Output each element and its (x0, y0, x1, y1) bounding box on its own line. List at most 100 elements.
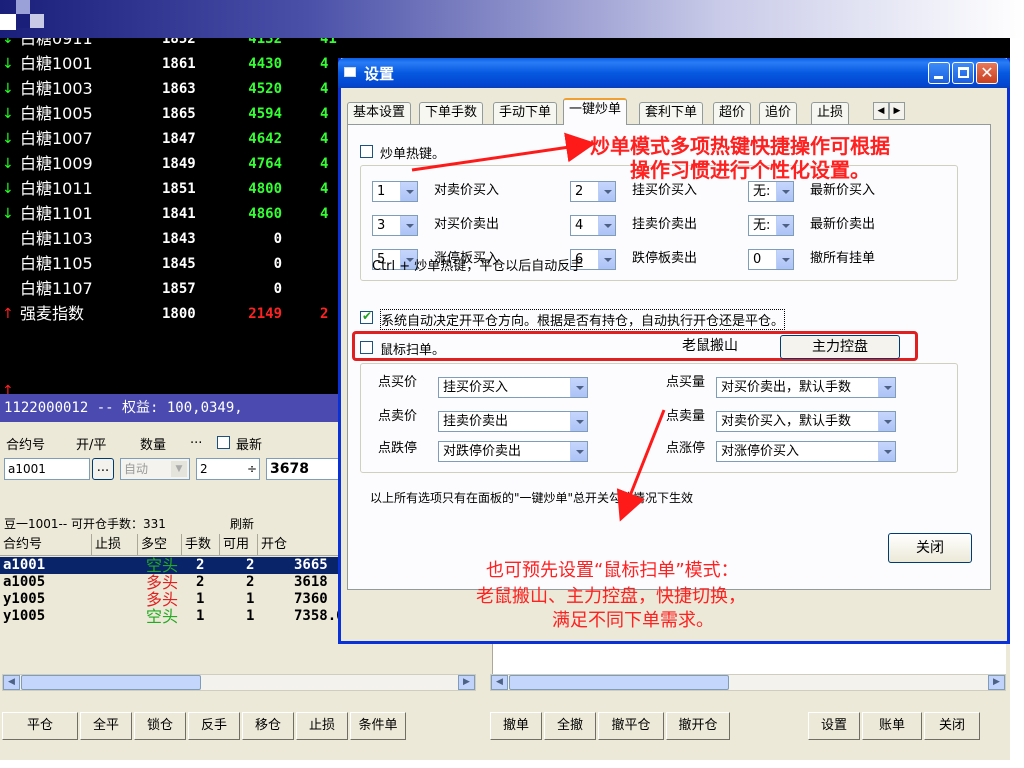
right-hscrollbar[interactable]: ◀ ▶ (490, 674, 1006, 691)
bottom_left-button-2[interactable]: 锁仓 (134, 712, 186, 740)
bottom_left-button-6[interactable]: 条件单 (350, 712, 406, 740)
quote-name: 白糖1009 (20, 154, 93, 173)
trading-window: ↓ 白糖0911 1852 4132 41 ↓ 白糖1001 1861 4430 4 ↓ 白糖1003… (0, 38, 1010, 760)
position-info-text: 豆一1001-- 可开仓手数：331 (4, 517, 166, 531)
refresh-link[interactable]: 刷新 (230, 514, 254, 534)
left-hscrollbar[interactable]: ◀ ▶ (2, 674, 476, 691)
scroll-right-icon[interactable]: ▶ (458, 675, 475, 690)
annotation-bottom-1: 也可预先设置“鼠标扫单”模式： (486, 560, 739, 581)
bottom_left-button-1[interactable]: 全平 (80, 712, 132, 740)
tab-chase[interactable]: 追价 (759, 102, 798, 124)
position-info: 豆一1001-- 可开仓手数：331 刷新 (0, 514, 345, 534)
annotation-top-2: 操作习惯进行个性化设置。 (630, 158, 870, 182)
scroll-right-icon[interactable]: ▶ (988, 675, 1005, 690)
col-lots[interactable]: 手数 (182, 534, 220, 556)
tab-scroll-left-icon[interactable]: ◀ (873, 102, 889, 120)
tab-overprice[interactable]: 超价 (713, 102, 752, 124)
auto-direction-checkbox[interactable]: ✔ (360, 309, 373, 324)
deco-square (16, 14, 30, 28)
bottom_left-button-0[interactable]: 平仓 (2, 712, 78, 740)
dialog-titlebar[interactable]: 设置 ✕ (338, 58, 1010, 88)
hotkey-select[interactable]: 3 (372, 215, 418, 236)
hotkey-select[interactable]: 0 (748, 249, 794, 270)
scroll-thumb[interactable] (509, 675, 729, 690)
latest-checkbox[interactable] (217, 436, 230, 449)
row-available: 1 (246, 608, 255, 624)
hotkey-select[interactable]: 4 (570, 215, 616, 236)
tab-arbitrage[interactable]: 套利下单 (639, 102, 704, 124)
price-input[interactable]: 3678 (266, 458, 345, 480)
contract-input[interactable]: a1001 (4, 458, 90, 480)
row-available: 2 (246, 557, 255, 573)
bottom_mid-button-3[interactable]: 撤开仓 (666, 712, 730, 740)
row-available: 1 (246, 591, 255, 607)
click-buy-qty-select[interactable]: 对买价卖出，默认手数 (716, 377, 896, 398)
quote-change: 2 (320, 306, 329, 322)
tab-basic[interactable]: 基本设置 (347, 102, 412, 124)
dialog-title: 设置 (364, 65, 395, 83)
col-contract[interactable]: 合约号 (0, 534, 92, 556)
qty-stepper[interactable]: 2 ÷ (196, 458, 260, 480)
tab-manual[interactable]: 手动下单 (493, 102, 558, 124)
click-buy-price-label: 点买价 (378, 375, 418, 390)
minimize-icon[interactable] (928, 62, 950, 84)
quote-change: 4 (320, 56, 329, 72)
browse-button[interactable]: ... (92, 458, 114, 480)
scroll-thumb[interactable] (21, 675, 201, 690)
bottom_left-button-4[interactable]: 移仓 (242, 712, 294, 740)
tab-stoploss[interactable]: 止损 (811, 102, 850, 124)
mouse-mode-button-1[interactable]: 老鼠搬山 (648, 335, 772, 359)
hotkey-action-label: 最新价卖出 (810, 217, 876, 232)
click-sell-price-select[interactable]: 挂卖价卖出 (438, 411, 588, 432)
col-direction[interactable]: 多空 (138, 534, 182, 556)
hotkey-select[interactable]: 无: (748, 215, 794, 236)
open-close-select[interactable]: 自动 ▼ (120, 458, 190, 480)
bottom_mid-button-0[interactable]: 撤单 (490, 712, 542, 740)
close-icon[interactable]: ✕ (976, 62, 998, 84)
tab-order-lots[interactable]: 下单手数 (419, 102, 484, 124)
quote-price: 4764 (248, 156, 282, 172)
bottom_mid-button-1[interactable]: 全撤 (544, 712, 596, 740)
click-sell-qty-label: 点卖量 (666, 409, 706, 424)
bottom_right-button-2[interactable]: 关闭 (924, 712, 980, 740)
mouse-sweep-checkbox[interactable] (360, 341, 373, 354)
click-limit-up-select[interactable]: 对涨停价买入 (716, 441, 896, 462)
bottom_left-button-3[interactable]: 反手 (188, 712, 240, 740)
row-lots: 1 (196, 608, 205, 624)
tab-one-click[interactable]: 一键炒单 (563, 98, 628, 125)
quote-price: 0 (273, 281, 282, 297)
mouse-mode-button-2[interactable]: 主力控盘 (780, 335, 900, 359)
maximize-icon[interactable] (952, 62, 974, 84)
quote-change: 4 (320, 106, 329, 122)
splitter[interactable] (478, 638, 490, 692)
quote-change: 4 (320, 156, 329, 172)
slide-header-bar (0, 0, 1024, 38)
quote-name: 白糖1105 (20, 254, 93, 273)
click-limit-down-select[interactable]: 对跌停价卖出 (438, 441, 588, 462)
click-buy-price-select[interactable]: 挂买价买入 (438, 377, 588, 398)
latest-label: 最新 (236, 438, 263, 453)
hotkey-select[interactable]: 2 (570, 181, 616, 202)
row-lots: 2 (196, 574, 205, 590)
col-stop[interactable]: 止损 (92, 534, 138, 556)
scroll-left-icon[interactable]: ◀ (491, 675, 508, 690)
scroll-left-icon[interactable]: ◀ (3, 675, 20, 690)
hotkey-select[interactable]: 无: (748, 181, 794, 202)
quote-volume: 1847 (162, 131, 196, 147)
quote-row[interactable]: ↓ 白糖0911 1852 4132 41 (0, 38, 1010, 50)
quote-name: 白糖0911 (20, 38, 93, 48)
quote-volume: 1841 (162, 206, 196, 222)
col-available[interactable]: 可用 (220, 534, 258, 556)
tab-scroll-right-icon[interactable]: ▶ (889, 102, 905, 120)
bottom_mid-button-2[interactable]: 撤平仓 (598, 712, 664, 740)
hotkey-checkbox[interactable] (360, 145, 373, 158)
more-label: ... (190, 432, 203, 447)
trend-arrow-icon: ↓ (2, 38, 14, 47)
click-sell-qty-select[interactable]: 对卖价买入，默认手数 (716, 411, 896, 432)
hotkey-select[interactable]: 1 (372, 181, 418, 202)
row-contract: a1005 (3, 574, 46, 590)
bottom_right-button-0[interactable]: 设置 (808, 712, 860, 740)
bottom_left-button-5[interactable]: 止损 (296, 712, 348, 740)
dialog-close-button[interactable]: 关闭 (888, 533, 972, 563)
bottom_right-button-1[interactable]: 账单 (862, 712, 922, 740)
